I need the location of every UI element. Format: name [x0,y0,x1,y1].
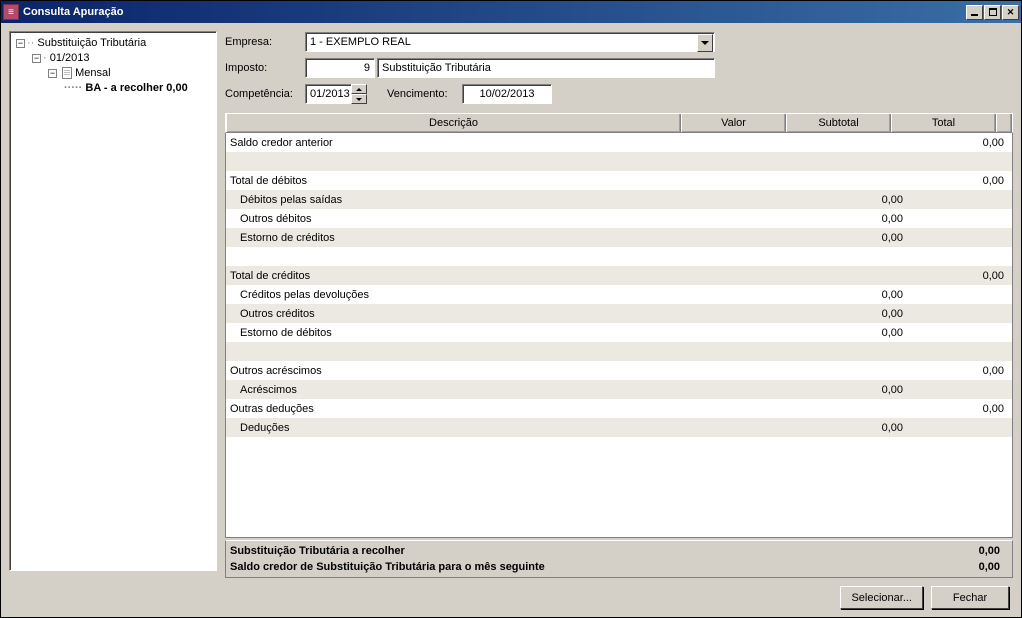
table-row[interactable]: Créditos pelas devoluções 0,00 [226,285,1012,304]
cell-total: 0,00 [907,270,1012,282]
summary-value: 0,00 [888,543,1008,559]
cell-descricao: Total de débitos [226,175,697,187]
grid: Descrição Valor Subtotal Total Saldo cre… [225,113,1013,578]
window-title: Consulta Apuração [23,6,966,18]
cell-total: 0,00 [907,137,1012,149]
cell-descricao: Créditos pelas devoluções [226,289,697,301]
chevron-up-icon[interactable] [351,84,367,94]
grid-body[interactable]: Saldo credor anterior0,00Total de débito… [225,133,1013,538]
document-icon [62,67,72,79]
tree-toggle-icon[interactable]: − [16,39,25,48]
cell-descricao: Débitos pelas saídas [226,194,697,206]
cell-subtotal: 0,00 [802,213,907,225]
imposto-desc-field: Substituição Tributária [377,58,715,78]
table-row[interactable] [226,342,1012,361]
table-row[interactable]: Saldo credor anterior 0,00 [226,133,1012,152]
table-row[interactable]: Débitos pelas saídas 0,00 [226,190,1012,209]
cell-descricao: Outros acréscimos [226,365,697,377]
tree-panel[interactable]: −·· Substituição Tributária −· 01/2013 −… [9,31,217,571]
summary-value: 0,00 [888,559,1008,575]
dropdown-icon[interactable] [697,34,713,52]
table-row[interactable]: Estorno de débitos 0,00 [226,323,1012,342]
minimize-button[interactable] [966,5,983,20]
table-row[interactable] [226,152,1012,171]
table-row[interactable] [226,247,1012,266]
empresa-combo[interactable]: 1 - EXEMPLO REAL [305,32,715,52]
cell-descricao: Deduções [226,422,697,434]
summary-desc: Substituição Tributária a recolher [230,543,888,559]
summary-desc: Saldo credor de Substituição Tributária … [230,559,888,575]
col-scrollbar-spacer [996,114,1012,132]
cell-subtotal: 0,00 [802,422,907,434]
imposto-code-input[interactable]: 9 [305,58,375,78]
table-row[interactable]: Outras deduções 0,00 [226,399,1012,418]
tree-root[interactable]: −·· Substituição Tributária [12,36,214,51]
vencimento-field: 10/02/2013 [462,84,552,104]
cell-descricao: Outros débitos [226,213,697,225]
col-subtotal[interactable]: Subtotal [786,114,891,132]
summary-row: Saldo credor de Substituição Tributária … [230,559,1008,575]
summary-row: Substituição Tributária a recolher 0,00 [230,543,1008,559]
cell-descricao: Saldo credor anterior [226,137,697,149]
cell-subtotal: 0,00 [802,384,907,396]
fechar-button[interactable]: Fechar [931,586,1009,609]
cell-descricao: Estorno de créditos [226,232,697,244]
cell-descricao: Outras deduções [226,403,697,415]
table-row[interactable]: Outros créditos 0,00 [226,304,1012,323]
cell-subtotal: 0,00 [802,327,907,339]
selecionar-button[interactable]: Selecionar... [840,586,923,609]
app-icon: ≡ [3,4,19,20]
cell-subtotal: 0,00 [802,308,907,320]
competencia-input[interactable]: 01/2013 [305,84,367,104]
tree-period[interactable]: −· 01/2013 [12,51,214,66]
cell-subtotal: 0,00 [802,194,907,206]
tree-leaf-item[interactable]: ····· BA - a recolher 0,00 [12,81,214,96]
table-row[interactable]: Outros débitos 0,00 [226,209,1012,228]
close-button[interactable] [1002,5,1019,20]
table-row[interactable]: Total de débitos 0,00 [226,171,1012,190]
imposto-label: Imposto: [225,62,305,74]
grid-header: Descrição Valor Subtotal Total [225,113,1013,133]
empresa-label: Empresa: [225,36,305,48]
chevron-down-icon[interactable] [351,94,367,104]
cell-subtotal: 0,00 [802,289,907,301]
table-row[interactable]: Acréscimos 0,00 [226,380,1012,399]
cell-descricao: Outros créditos [226,308,697,320]
table-row[interactable]: Total de créditos 0,00 [226,266,1012,285]
vencimento-label: Vencimento: [387,88,462,100]
cell-descricao: Acréscimos [226,384,697,396]
cell-total: 0,00 [907,175,1012,187]
cell-subtotal: 0,00 [802,232,907,244]
cell-descricao: Estorno de débitos [226,327,697,339]
table-row[interactable]: Estorno de créditos 0,00 [226,228,1012,247]
table-row[interactable]: Outros acréscimos 0,00 [226,361,1012,380]
tree-toggle-icon[interactable]: − [32,54,41,63]
col-descricao[interactable]: Descrição [226,114,681,132]
date-spinner[interactable] [351,84,367,104]
cell-total: 0,00 [907,403,1012,415]
summary-panel: Substituição Tributária a recolher 0,00 … [225,540,1013,578]
tree-toggle-icon[interactable]: − [48,69,57,78]
col-valor[interactable]: Valor [681,114,786,132]
tree-frequency[interactable]: − Mensal [12,66,214,81]
maximize-button[interactable] [984,5,1001,20]
cell-total: 0,00 [907,365,1012,377]
details-panel: Empresa: 1 - EXEMPLO REAL Imposto: 9 Sub… [225,31,1013,609]
col-total[interactable]: Total [891,114,996,132]
competencia-label: Competência: [225,88,305,100]
titlebar: ≡ Consulta Apuração [1,1,1021,23]
cell-descricao: Total de créditos [226,270,697,282]
table-row[interactable]: Deduções 0,00 [226,418,1012,437]
